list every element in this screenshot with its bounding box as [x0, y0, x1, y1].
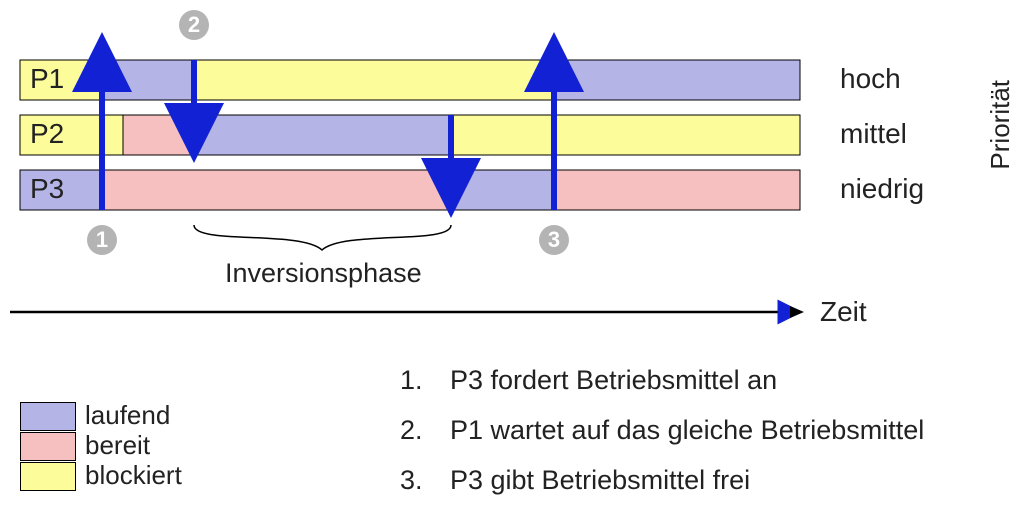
time-axis-head	[790, 306, 804, 318]
badge-1: 1	[87, 225, 117, 255]
gantt-chart	[0, 0, 1023, 340]
legend-swatch-running	[20, 402, 76, 431]
x-axis-title: Zeit	[820, 296, 867, 328]
phase-brace	[194, 225, 451, 250]
row-label-p3: P3	[30, 173, 64, 205]
phase-label: Inversionsphase	[225, 258, 422, 289]
row-p1	[20, 60, 800, 100]
event-2-text: P1 wartet auf das gleiche Betriebsmittel	[450, 415, 924, 446]
legend-label-ready: bereit	[85, 430, 150, 461]
event-1-text: P3 fordert Betriebsmittel an	[450, 365, 777, 396]
legend-label-running: laufend	[85, 400, 170, 431]
event-3-number: 3.	[400, 465, 423, 496]
legend-label-blocked: blockiert	[85, 460, 182, 491]
row-p3	[20, 170, 800, 210]
priority-medium: mittel	[840, 118, 907, 150]
row-label-p2: P2	[30, 118, 64, 150]
row-p2	[20, 115, 800, 155]
diagram-canvas: 2 1 3 P1 P2 P3 hoch mittel niedrig Prior…	[0, 0, 1023, 505]
priority-low: niedrig	[840, 173, 924, 205]
legend-swatch-ready	[20, 432, 76, 461]
row-label-p1: P1	[30, 63, 64, 95]
event-3-text: P3 gibt Betriebsmittel frei	[450, 465, 750, 496]
y-axis-title: Priorität	[985, 80, 1016, 170]
event-2-number: 2.	[400, 415, 423, 446]
badge-2: 2	[179, 10, 209, 40]
badge-3: 3	[539, 225, 569, 255]
event-1-number: 1.	[400, 365, 423, 396]
legend-swatch-blocked	[20, 462, 76, 491]
priority-high: hoch	[840, 63, 901, 95]
